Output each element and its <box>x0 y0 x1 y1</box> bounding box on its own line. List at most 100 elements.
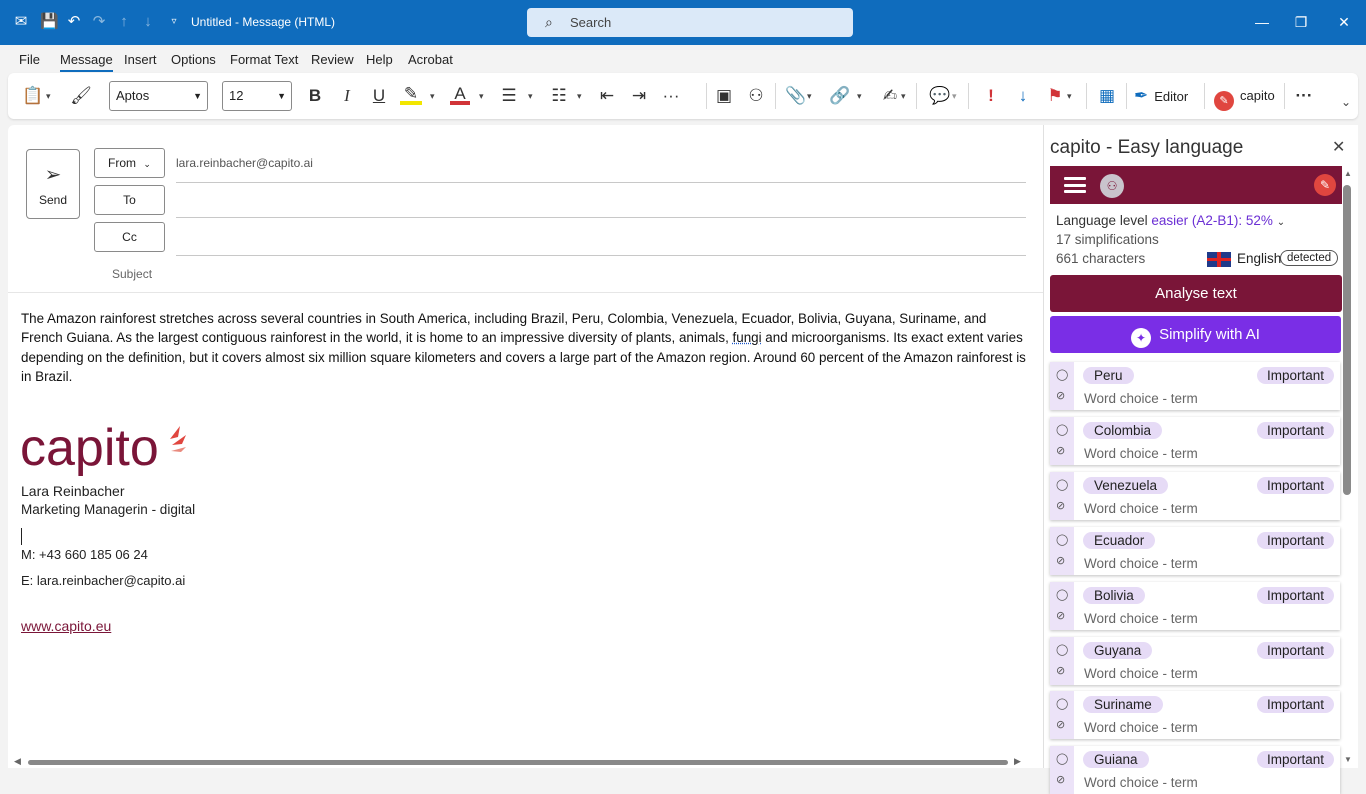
low-importance-icon[interactable]: ↓ <box>1012 83 1034 109</box>
editor-button[interactable]: ✒ Editor <box>1134 83 1188 109</box>
comment-icon[interactable]: ◯ <box>1056 533 1068 546</box>
apps-icon[interactable]: ▦ <box>1096 83 1118 109</box>
comment-icon[interactable]: ◯ <box>1056 752 1068 765</box>
check-names-icon[interactable]: ⚇ <box>745 83 767 109</box>
more-formatting-icon[interactable]: ··· <box>660 83 682 109</box>
numbering-dropdown-icon[interactable]: ▾ <box>577 83 582 109</box>
highlight-icon[interactable]: ✎ <box>400 83 422 105</box>
menu-message[interactable]: Message <box>60 52 113 72</box>
font-family-dropdown[interactable]: Aptos ▼ <box>109 81 208 111</box>
team-icon[interactable]: ⚇ <box>1100 174 1124 198</box>
comment-icon[interactable]: ◯ <box>1056 368 1068 381</box>
save-icon[interactable]: 💾 <box>40 13 59 31</box>
hide-icon[interactable]: ⊘ <box>1056 609 1065 622</box>
suggestion-card[interactable]: ◯ ⊘ Bolivia Important Word choice - term <box>1050 581 1340 630</box>
from-button[interactable]: From ⌄ <box>94 148 165 178</box>
more-options-icon[interactable]: ··· <box>1293 83 1315 109</box>
flag-dropdown-icon[interactable]: ▾ <box>1067 83 1072 109</box>
cc-input[interactable] <box>176 222 1026 252</box>
scroll-left-icon[interactable]: ◀ <box>14 756 21 767</box>
language-level[interactable]: Language level easier (A2-B1): 52% ⌄ <box>1056 213 1285 228</box>
pane-scroll-thumb[interactable] <box>1343 185 1351 495</box>
comment-icon[interactable]: ◯ <box>1056 643 1068 656</box>
comment-icon[interactable]: ◯ <box>1056 697 1068 710</box>
address-book-icon[interactable]: ▣ <box>713 83 735 109</box>
message-body[interactable]: The Amazon rainforest stretches across s… <box>21 309 1026 386</box>
paste-icon[interactable]: 📋 <box>22 83 44 109</box>
body-spellcheck-word[interactable]: fungi <box>733 330 762 345</box>
capito-ribbon-button[interactable]: ✎ capito <box>1214 83 1275 111</box>
link-dropdown-icon[interactable]: ▾ <box>857 83 862 109</box>
to-input[interactable] <box>176 185 1026 215</box>
suggestion-card[interactable]: ◯ ⊘ Colombia Important Word choice - term <box>1050 416 1340 465</box>
close-pane-icon[interactable]: ✕ <box>1332 137 1345 157</box>
dictate-dropdown-icon[interactable]: ▾ <box>952 83 957 109</box>
decrease-indent-icon[interactable]: ⇤ <box>596 83 618 109</box>
italic-icon[interactable]: I <box>337 83 357 109</box>
numbering-icon[interactable]: ☷ <box>548 83 570 109</box>
analyse-text-button[interactable]: Analyse text <box>1050 275 1342 312</box>
suggestion-card[interactable]: ◯ ⊘ Guyana Important Word choice - term <box>1050 636 1340 685</box>
collapse-ribbon-icon[interactable]: ⌄ <box>1341 89 1351 115</box>
comment-icon[interactable]: ◯ <box>1056 423 1068 436</box>
hide-icon[interactable]: ⊘ <box>1056 444 1065 457</box>
menu-file[interactable]: File <box>19 52 40 67</box>
hide-icon[interactable]: ⊘ <box>1056 554 1065 567</box>
scroll-up-icon[interactable]: ▲ <box>1344 169 1352 178</box>
bold-icon[interactable]: B <box>305 83 325 109</box>
format-painter-icon[interactable]: 🖌 <box>70 83 92 109</box>
increase-indent-icon[interactable]: ⇥ <box>628 83 650 109</box>
high-importance-icon[interactable]: ! <box>980 83 1002 109</box>
menu-insert[interactable]: Insert <box>124 52 157 67</box>
font-color-dropdown-icon[interactable]: ▾ <box>479 83 484 109</box>
previous-item-icon[interactable]: ↑ <box>115 13 133 31</box>
cc-button[interactable]: Cc <box>94 222 165 252</box>
search-box[interactable]: ⌕ Search <box>527 8 853 37</box>
simplify-with-ai-button[interactable]: ✦ Simplify with AI <box>1050 316 1341 353</box>
signature-dropdown-icon[interactable]: ▾ <box>901 83 906 109</box>
comment-icon[interactable]: ◯ <box>1056 588 1068 601</box>
to-button[interactable]: To <box>94 185 165 215</box>
comment-icon[interactable]: ◯ <box>1056 478 1068 491</box>
customize-quick-access-icon[interactable]: ▿ <box>165 13 183 31</box>
hamburger-menu-icon[interactable] <box>1064 177 1086 193</box>
close-window-button[interactable]: ✕ <box>1334 12 1354 32</box>
font-color-icon[interactable]: A <box>450 83 470 105</box>
suggestion-card[interactable]: ◯ ⊘ Suriname Important Word choice - term <box>1050 691 1340 740</box>
suggestion-card[interactable]: ◯ ⊘ Venezuela Important Word choice - term <box>1050 471 1340 520</box>
minimize-button[interactable]: — <box>1252 12 1272 32</box>
menu-options[interactable]: Options <box>171 52 216 67</box>
signature-website-link[interactable]: www.capito.eu <box>21 618 111 634</box>
menu-acrobat[interactable]: Acrobat <box>408 52 453 67</box>
subject-input[interactable] <box>176 259 1026 289</box>
paste-dropdown-icon[interactable]: ▾ <box>46 83 51 109</box>
redo-icon[interactable]: ↷ <box>90 13 108 31</box>
scroll-right-icon[interactable]: ▶ <box>1014 756 1021 767</box>
undo-icon[interactable]: ↶ <box>65 13 83 31</box>
scroll-down-icon[interactable]: ▼ <box>1344 755 1352 764</box>
follow-up-flag-icon[interactable]: ⚑ <box>1044 83 1066 109</box>
suggestion-card[interactable]: ◯ ⊘ Ecuador Important Word choice - term <box>1050 526 1340 575</box>
menu-review[interactable]: Review <box>311 52 354 67</box>
bullets-icon[interactable]: ☰ <box>498 83 520 109</box>
hide-icon[interactable]: ⊘ <box>1056 718 1065 731</box>
hide-icon[interactable]: ⊘ <box>1056 773 1065 786</box>
hide-icon[interactable]: ⊘ <box>1056 389 1065 402</box>
signature-icon[interactable]: ✍ <box>879 83 901 109</box>
next-item-icon[interactable]: ↓ <box>139 13 157 31</box>
highlight-dropdown-icon[interactable]: ▾ <box>430 83 435 109</box>
suggestion-card[interactable]: ◯ ⊘ Peru Important Word choice - term <box>1050 362 1340 410</box>
horizontal-scrollbar[interactable]: ◀ ▶ <box>8 756 1043 768</box>
send-button[interactable]: ➢ Send <box>26 149 80 219</box>
horizontal-scroll-thumb[interactable] <box>28 760 1008 765</box>
hide-icon[interactable]: ⊘ <box>1056 664 1065 677</box>
suggestion-card[interactable]: ◯ ⊘ Guiana Important Word choice - term <box>1050 746 1340 794</box>
attach-file-icon[interactable]: 📎 <box>785 83 807 109</box>
attach-dropdown-icon[interactable]: ▾ <box>807 83 812 109</box>
dictate-icon[interactable]: 💬 <box>929 83 951 109</box>
menu-help[interactable]: Help <box>366 52 393 67</box>
font-size-dropdown[interactable]: 12 ▼ <box>222 81 292 111</box>
underline-icon[interactable]: U <box>369 83 389 109</box>
menu-format-text[interactable]: Format Text <box>230 52 298 67</box>
link-icon[interactable]: 🔗 <box>829 83 851 109</box>
